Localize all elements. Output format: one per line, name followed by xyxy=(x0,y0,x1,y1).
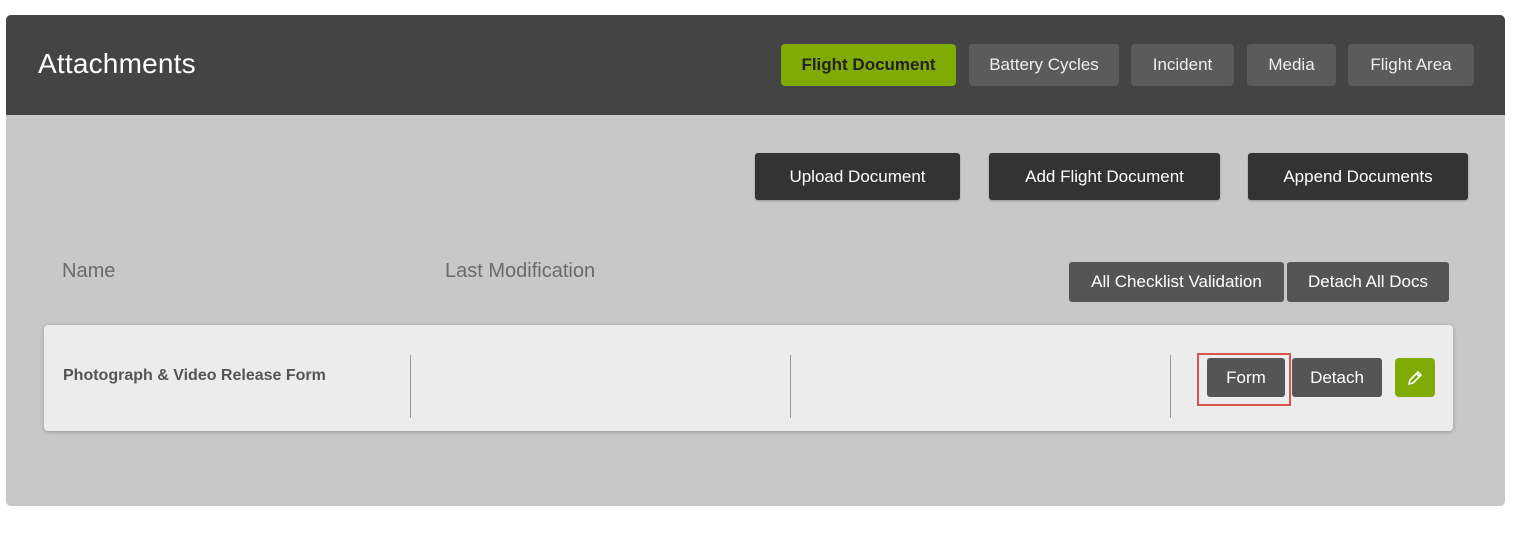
column-divider xyxy=(1170,355,1171,418)
all-checklist-validation-button[interactable]: All Checklist Validation xyxy=(1069,262,1284,302)
column-divider xyxy=(410,355,411,418)
pencil-icon xyxy=(1408,370,1422,385)
tab-media[interactable]: Media xyxy=(1247,44,1336,86)
detach-all-docs-button[interactable]: Detach All Docs xyxy=(1287,262,1449,302)
edit-button[interactable] xyxy=(1395,358,1435,397)
tab-battery-cycles[interactable]: Battery Cycles xyxy=(969,44,1119,86)
upload-document-button[interactable]: Upload Document xyxy=(755,153,960,200)
attachments-panel: Attachments Flight Document Battery Cycl… xyxy=(6,15,1505,506)
highlight-box xyxy=(1197,353,1291,406)
append-documents-button[interactable]: Append Documents xyxy=(1248,153,1468,200)
tab-incident[interactable]: Incident xyxy=(1131,44,1234,86)
panel-header: Attachments Flight Document Battery Cycl… xyxy=(6,15,1505,115)
tab-flight-area[interactable]: Flight Area xyxy=(1348,44,1474,86)
tab-flight-document[interactable]: Flight Document xyxy=(781,44,956,86)
add-flight-document-button[interactable]: Add Flight Document xyxy=(989,153,1220,200)
panel-title: Attachments xyxy=(38,48,196,79)
column-divider xyxy=(790,355,791,418)
column-header-last-modification: Last Modification xyxy=(445,260,596,282)
table-row: Photograph & Video Release Form Form Det… xyxy=(44,325,1453,431)
detach-button[interactable]: Detach xyxy=(1292,358,1382,397)
column-header-name: Name xyxy=(62,260,116,282)
document-name: Photograph & Video Release Form xyxy=(63,367,326,384)
